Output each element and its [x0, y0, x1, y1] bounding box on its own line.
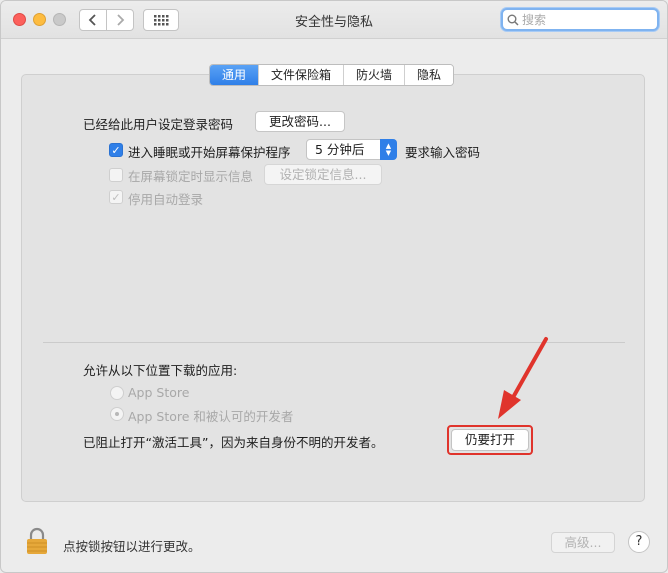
title-bar: 安全性与隐私 — [1, 1, 667, 39]
open-anyway-button[interactable]: 仍要打开 — [451, 429, 529, 451]
change-password-button[interactable]: 更改密码... — [255, 111, 345, 132]
lock-message-checkbox[interactable] — [109, 168, 123, 182]
lock-instruction: 点按锁按钮以进行更改。 — [63, 539, 201, 554]
sleep-checkbox-label: 进入睡眠或开始屏幕保护程序 — [128, 145, 291, 160]
section-divider — [43, 342, 625, 343]
tab-firewall[interactable]: 防火墙 — [344, 65, 406, 85]
advanced-button[interactable]: 高级... — [551, 532, 615, 553]
lock-icon[interactable] — [25, 527, 49, 555]
preferences-window: 安全性与隐私 通用 文件保险箱 防火墙 隐私 已经给此用户设定登录密码 更改密码… — [0, 0, 668, 573]
radio-app-store[interactable] — [110, 386, 124, 400]
help-button[interactable]: ? — [628, 531, 650, 553]
radio-app-store-identified-label: App Store 和被认可的开发者 — [128, 409, 294, 424]
password-set-label: 已经给此用户设定登录密码 — [83, 117, 234, 132]
search-input[interactable] — [522, 12, 652, 27]
set-lock-message-button[interactable]: 设定锁定信息... — [264, 164, 382, 185]
search-field[interactable] — [501, 8, 659, 31]
tab-filevault[interactable]: 文件保险箱 — [259, 65, 345, 85]
disable-autologin-checkbox[interactable]: ✓ — [109, 190, 123, 204]
tab-bar: 通用 文件保险箱 防火墙 隐私 — [209, 64, 455, 86]
select-arrows-icon: ▲ ▼ — [380, 139, 397, 160]
require-password-label: 要求输入密码 — [405, 145, 481, 160]
disable-autologin-label: 停用自动登录 — [128, 192, 204, 207]
password-delay-value: 5 分钟后 — [315, 142, 365, 157]
downloads-heading: 允许从以下位置下载的应用: — [83, 363, 238, 378]
radio-app-store-label: App Store — [128, 385, 190, 400]
search-icon — [507, 14, 519, 26]
tab-privacy[interactable]: 隐私 — [405, 65, 454, 85]
password-delay-select[interactable]: 5 分钟后 ▲ ▼ — [306, 139, 397, 160]
sleep-require-password-checkbox[interactable]: ✓ — [109, 143, 123, 157]
blocked-app-message: 已阻止打开“激活工具”，因为来自身份不明的开发者。 — [83, 435, 384, 450]
lock-message-label: 在屏幕锁定时显示信息 — [128, 169, 254, 184]
radio-app-store-identified[interactable] — [110, 407, 124, 421]
tab-general[interactable]: 通用 — [210, 65, 260, 85]
